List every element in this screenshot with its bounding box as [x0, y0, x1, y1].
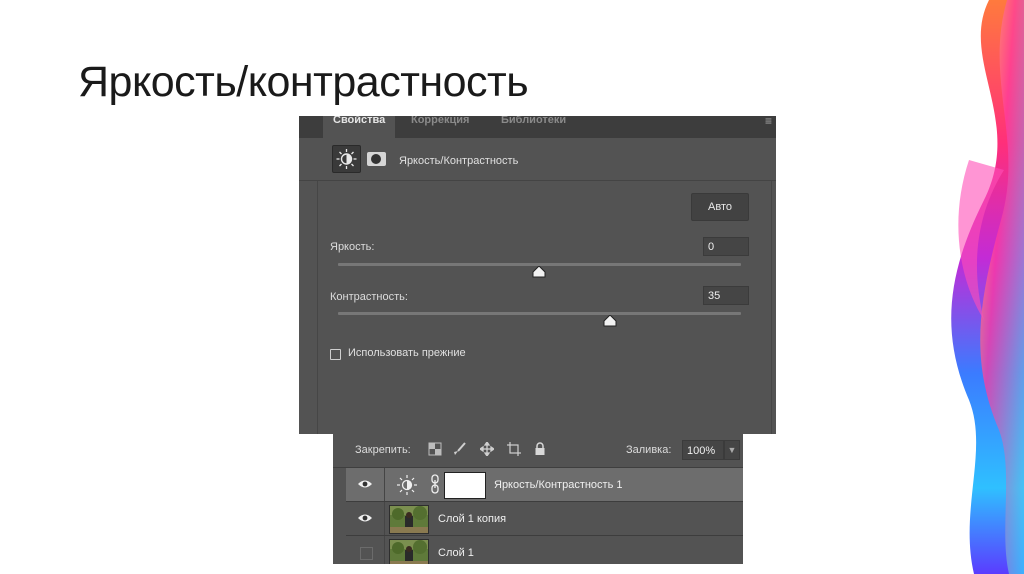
visibility-off-box[interactable]: [360, 547, 373, 560]
lock-brush-icon[interactable]: [453, 442, 467, 456]
lock-all-icon[interactable]: [533, 442, 547, 456]
lock-row: Закрепить: Заливка: 100% ▼: [333, 434, 743, 468]
layer-name[interactable]: Слой 1: [438, 547, 474, 559]
eye-icon[interactable]: [357, 479, 373, 489]
contrast-input[interactable]: 35: [703, 286, 749, 305]
auto-button[interactable]: Авто: [691, 193, 749, 221]
lock-transparent-icon[interactable]: [428, 442, 442, 456]
panel-menu-icon[interactable]: ≡: [765, 116, 772, 127]
layer-thumbnail[interactable]: [389, 505, 429, 534]
layer-mask-icon[interactable]: [367, 152, 386, 166]
panel-left-strip: [299, 181, 318, 434]
panel-scrollbar[interactable]: [771, 181, 776, 434]
layer-row[interactable]: Слой 1 копия: [346, 502, 743, 536]
use-legacy-checkbox[interactable]: [330, 349, 341, 360]
lock-position-icon[interactable]: [480, 442, 494, 456]
visibility-toggle[interactable]: [346, 536, 385, 564]
sun-icon[interactable]: [332, 145, 361, 173]
layer-thumbnail[interactable]: [389, 539, 429, 564]
contrast-slider-thumb[interactable]: [603, 315, 617, 327]
use-legacy-label: Использовать прежние: [348, 347, 466, 359]
eye-icon[interactable]: [357, 513, 373, 523]
slide-title: Яркость/контрастность: [78, 58, 529, 106]
tab-properties[interactable]: Свойства: [323, 116, 396, 138]
decorative-swirl: [951, 0, 1024, 574]
layer-row[interactable]: Яркость/Контрастность 1: [346, 468, 743, 502]
lock-label: Закрепить:: [355, 444, 411, 456]
tab-adjustments[interactable]: Коррекция: [401, 116, 479, 130]
fill-label: Заливка:: [626, 444, 672, 456]
sun-icon: [397, 475, 417, 495]
adjustment-title: Яркость/Контрастность: [399, 155, 519, 167]
contrast-label: Контрастность:: [330, 291, 408, 303]
tab-libraries[interactable]: Библиотеки: [491, 116, 576, 130]
lock-artboard-icon[interactable]: [507, 442, 521, 456]
contrast-slider-track[interactable]: [338, 312, 741, 315]
brightness-label: Яркость:: [330, 241, 375, 253]
link-icon[interactable]: [430, 474, 440, 494]
layer-name[interactable]: Яркость/Контрастность 1: [494, 479, 623, 491]
fill-dropdown-chevron-icon[interactable]: ▼: [724, 440, 740, 460]
visibility-toggle[interactable]: [346, 468, 385, 501]
visibility-toggle[interactable]: [346, 502, 385, 535]
layer-row[interactable]: Слой 1: [346, 536, 743, 564]
mask-thumbnail[interactable]: [444, 472, 486, 499]
brightness-slider-thumb[interactable]: [532, 266, 546, 278]
fill-input[interactable]: 100%: [682, 440, 724, 460]
layers-panel: Закрепить: Заливка: 100% ▼ Яркость/Контр…: [333, 434, 743, 564]
brightness-input[interactable]: 0: [703, 237, 749, 256]
properties-panel: Свойства Коррекция Библиотеки ≡ Яркость/…: [299, 116, 776, 434]
panel-tabs: Свойства Коррекция Библиотеки ≡: [299, 116, 776, 138]
layer-name[interactable]: Слой 1 копия: [438, 513, 506, 525]
